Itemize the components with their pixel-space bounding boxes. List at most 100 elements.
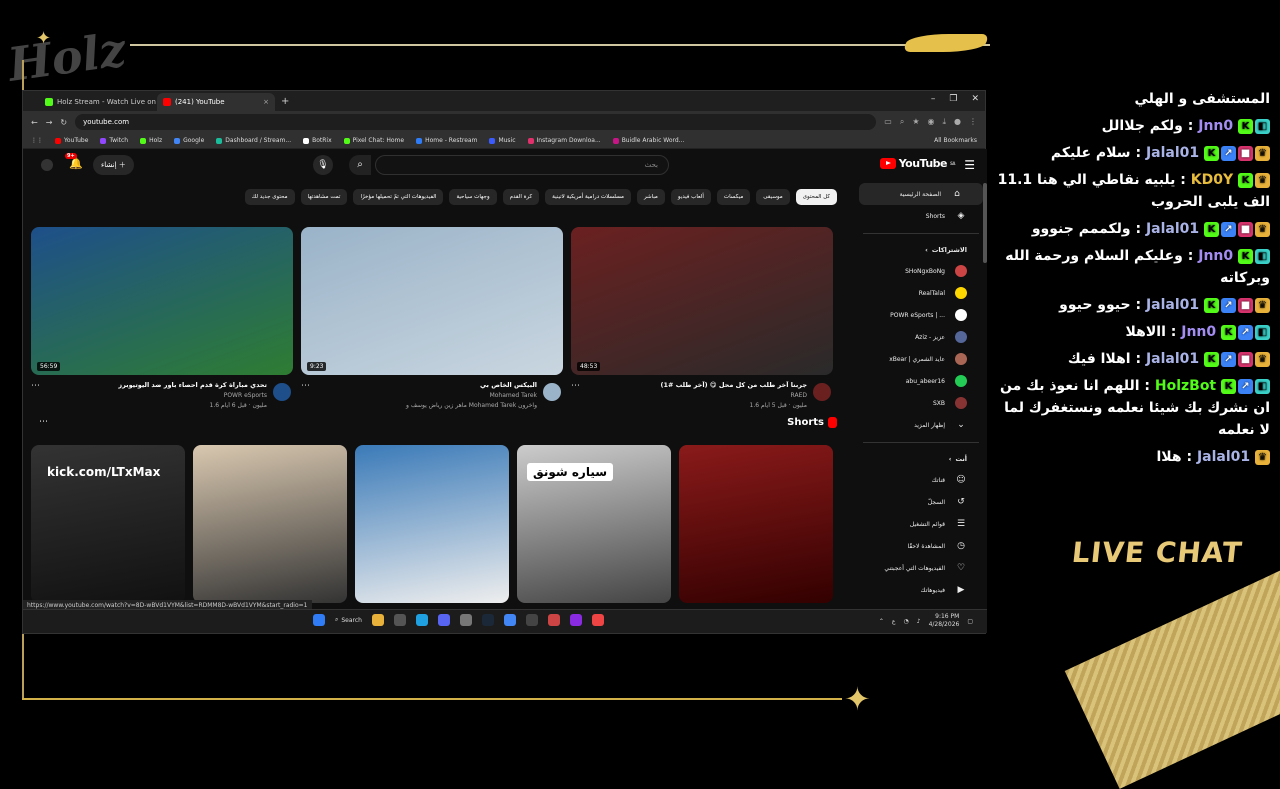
kebab-menu-icon[interactable]: ⋮	[969, 117, 977, 127]
subscriptions-header[interactable]: الاشتراكات ‹	[855, 240, 987, 260]
create-button[interactable]: إنشاء ＋	[93, 155, 134, 175]
scrollbar[interactable]	[983, 183, 987, 263]
sidebar-item[interactable]: ◈ Shorts	[855, 205, 987, 227]
reload-icon[interactable]: ↻	[60, 118, 67, 127]
show-more-button[interactable]: ⌄ إظهار المزيد	[855, 414, 987, 436]
filter-chip[interactable]: موسيقى	[756, 189, 790, 205]
video-channel[interactable]: POWR eSports	[31, 392, 293, 399]
obs-icon[interactable]	[526, 614, 538, 626]
bookmark-item[interactable]: Home - Restream	[416, 137, 477, 144]
video-card[interactable]: 48:53 ⋯ جربنا آخر طلب من كل محل 😋 (آخر طلب…	[571, 227, 833, 409]
bookmark-item[interactable]: Dashboard / Stream...	[216, 137, 291, 144]
sidebar-item[interactable]: RealTalal	[855, 282, 987, 304]
sidebar-item[interactable]: ⌂ الصفحة الرئيسية	[859, 183, 983, 205]
extension-icon[interactable]: ◉	[927, 117, 934, 127]
app-icon[interactable]	[570, 614, 582, 626]
youtube-icon[interactable]	[592, 614, 604, 626]
channel-avatar[interactable]	[543, 383, 561, 401]
filter-chip[interactable]: الفيديوهات التي تمّ تحميلها مؤخرًا	[353, 189, 444, 205]
clock[interactable]: 9:16 PM 4/28/2026	[929, 613, 960, 629]
file-explorer-icon[interactable]	[372, 614, 384, 626]
all-bookmarks[interactable]: All Bookmarks	[934, 137, 977, 144]
channel-avatar[interactable]	[813, 383, 831, 401]
sidebar-item[interactable]: ▶ فيديوهاتك	[855, 579, 987, 601]
sidebar-item[interactable]: ↺ السجلّ	[855, 491, 987, 513]
video-title[interactable]: جربنا آخر طلب من كل محل 😋 (آخر طلب #1)	[571, 381, 833, 389]
close-window-icon[interactable]: ✕	[971, 94, 979, 104]
bookmark-star-icon[interactable]: ★	[912, 117, 919, 127]
channel-avatar[interactable]	[273, 383, 291, 401]
filter-chip[interactable]: محتوى جديد لك	[244, 189, 295, 205]
discord-icon[interactable]	[438, 614, 450, 626]
download-icon[interactable]: ⤓	[942, 117, 946, 127]
sidebar-item[interactable]: abu_abeer16	[855, 370, 987, 392]
minimize-icon[interactable]: –	[931, 94, 936, 104]
new-tab-button[interactable]: +	[281, 93, 289, 111]
bookmark-item[interactable]: Holz	[140, 137, 162, 144]
video-thumbnail[interactable]: 56:59	[31, 227, 293, 375]
sidebar-item[interactable]: SXB	[855, 392, 987, 414]
sidebar-item[interactable]: ☰ قوائم التشغيل	[855, 513, 987, 535]
video-title[interactable]: البيكس الخاص بي	[301, 381, 563, 389]
video-channel[interactable]: RAED	[571, 392, 833, 399]
tray-chevron-icon[interactable]: ⌃	[879, 618, 884, 625]
apps-icon[interactable]: ⋮⋮	[31, 137, 43, 144]
short-card[interactable]: سياره شونق	[517, 445, 671, 603]
more-icon[interactable]: ⋯	[31, 381, 40, 391]
taskbar-search[interactable]: ⌕ Search	[335, 616, 362, 624]
short-card[interactable]	[355, 445, 509, 603]
notifications-icon[interactable]: 🔔 9+	[65, 153, 83, 170]
video-card[interactable]: 56:59 ⋯ تحدي مباراة كرة قدم احصاء باور ضد …	[31, 227, 293, 409]
filter-chip[interactable]: كرة القدم	[502, 189, 540, 205]
short-card[interactable]	[679, 445, 833, 603]
filter-chip[interactable]: مباشر	[636, 189, 665, 205]
mic-icon[interactable]: 🎙	[313, 155, 333, 175]
filter-chip[interactable]: تمت مشاهدتها	[300, 189, 348, 205]
video-title[interactable]: تحدي مباراة كرة قدم احصاء باور ضد اليوتي…	[31, 381, 293, 389]
filter-chip[interactable]: ميكسات	[716, 189, 751, 205]
avatar[interactable]	[41, 159, 53, 171]
search-input[interactable]: بحث	[375, 155, 669, 175]
sidebar-item[interactable]: POWR eSports | ...	[855, 304, 987, 326]
filter-chip[interactable]: كل المحتوى	[795, 189, 837, 205]
sidebar-item[interactable]: xBear | عايد الشمري	[855, 348, 987, 370]
bookmark-item[interactable]: BotRix	[303, 137, 332, 144]
maximize-icon[interactable]: ❐	[949, 94, 957, 104]
volume-icon[interactable]: ♪	[917, 618, 921, 625]
browser-tab-kick[interactable]: Holz Stream - Watch Live on Ki ×	[39, 93, 157, 111]
filter-chip[interactable]: مسلسلات درامية أمريكية لاتينية	[545, 189, 631, 205]
back-icon[interactable]: ←	[31, 118, 38, 127]
filter-chip[interactable]: ألعاب فيديو	[670, 189, 711, 205]
video-card[interactable]: 9:23 ⋯ البيكس الخاص بي Mohamed Tarek ماهر زي…	[301, 227, 563, 409]
windows-start-icon[interactable]	[313, 614, 325, 626]
more-icon[interactable]: ⋯	[39, 417, 48, 427]
search-icon[interactable]: ⌕	[349, 155, 371, 175]
short-card[interactable]: kick.com/LTxMax	[31, 445, 185, 603]
cast-icon[interactable]: ▭	[884, 117, 892, 127]
sidebar-item[interactable]: Aziz - عزيز	[855, 326, 987, 348]
short-card[interactable]	[193, 445, 347, 603]
zoom-icon[interactable]: ⌕	[900, 117, 904, 127]
youtube-logo[interactable]: YouTube SA	[879, 157, 955, 170]
profile-icon[interactable]: ●	[954, 117, 961, 127]
address-bar[interactable]: youtube.com	[75, 114, 877, 130]
browser-tab-youtube[interactable]: (241) YouTube ×	[157, 93, 275, 111]
sidebar-item[interactable]: ♡ الفيديوهات التي أعجبتني	[855, 557, 987, 579]
bookmark-item[interactable]: Google	[174, 137, 204, 144]
video-thumbnail[interactable]: 9:23	[301, 227, 563, 375]
hamburger-menu-icon[interactable]: ☰	[964, 158, 975, 172]
bookmark-item[interactable]: Twitch	[100, 137, 128, 144]
chrome-icon[interactable]	[504, 614, 516, 626]
edge-icon[interactable]	[416, 614, 428, 626]
filter-chip[interactable]: وجهات سياحية	[449, 189, 497, 205]
app-icon[interactable]	[394, 614, 406, 626]
sidebar-item[interactable]: ◷ المشاهدة لاحقًا	[855, 535, 987, 557]
bookmark-item[interactable]: Instagram Downloa...	[527, 137, 601, 144]
you-header[interactable]: أنت ‹	[855, 449, 987, 469]
wifi-icon[interactable]: ◔	[903, 618, 908, 625]
bookmark-item[interactable]: YouTube	[55, 137, 88, 144]
forward-icon[interactable]: →	[46, 118, 53, 127]
more-icon[interactable]: ⋯	[301, 381, 310, 391]
video-channel[interactable]: Mohamed Tarek	[301, 392, 563, 399]
bookmark-item[interactable]: Music	[489, 137, 516, 144]
